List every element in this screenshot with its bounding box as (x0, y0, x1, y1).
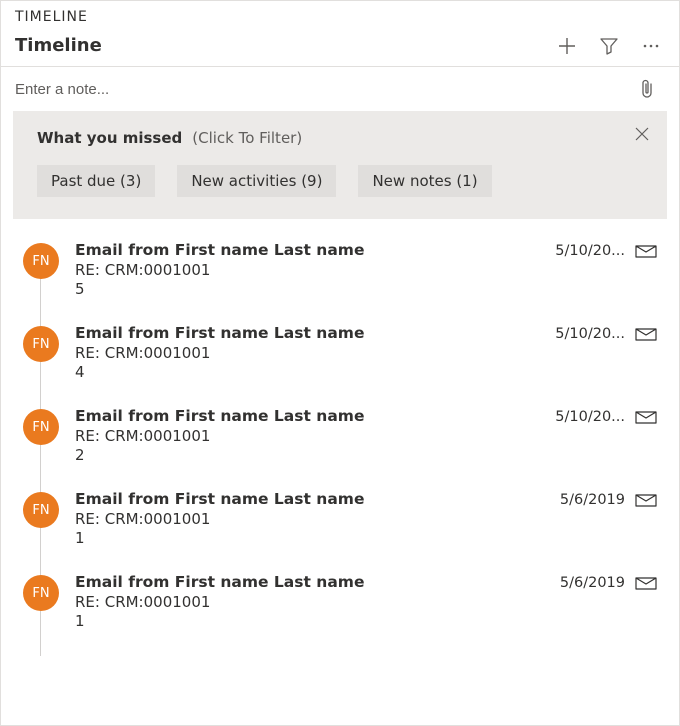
item-right: 5/10/20... (555, 241, 657, 259)
timeline-item[interactable]: FN Email from First name Last name RE: C… (1, 407, 679, 490)
avatar: FN (23, 575, 59, 611)
item-right: 5/6/2019 (560, 490, 657, 508)
open-email-icon (635, 492, 657, 508)
chip-new-notes[interactable]: New notes (1) (358, 165, 491, 197)
item-date: 5/10/20... (555, 243, 625, 259)
item-date: 5/6/2019 (560, 492, 625, 508)
item-body: Email from First name Last name RE: CRM:… (59, 490, 560, 547)
item-title: Email from First name Last name (75, 407, 555, 425)
timeline-items: FN Email from First name Last name RE: C… (1, 219, 679, 656)
chip-past-due[interactable]: Past due (3) (37, 165, 155, 197)
item-title: Email from First name Last name (75, 573, 560, 591)
item-right: 5/10/20... (555, 324, 657, 342)
section-label: TIMELINE (1, 1, 679, 25)
funnel-icon (600, 37, 618, 55)
close-filter-button[interactable] (635, 127, 649, 141)
filter-chips: Past due (3) New activities (9) New note… (37, 165, 647, 197)
item-date: 5/10/20... (555, 409, 625, 425)
note-input[interactable] (15, 81, 593, 98)
item-count: 5 (75, 280, 555, 298)
timeline-item[interactable]: FN Email from First name Last name RE: C… (1, 573, 679, 656)
item-date: 5/10/20... (555, 326, 625, 342)
item-body: Email from First name Last name RE: CRM:… (59, 573, 560, 630)
item-date: 5/6/2019 (560, 575, 625, 591)
item-right: 5/6/2019 (560, 573, 657, 591)
item-right: 5/10/20... (555, 407, 657, 425)
attach-button[interactable] (637, 79, 657, 99)
timeline-item[interactable]: FN Email from First name Last name RE: C… (1, 324, 679, 407)
plus-icon (558, 37, 576, 55)
what-you-missed-box: What you missed (Click To Filter) Past d… (13, 111, 667, 219)
item-subject: RE: CRM:0001001 (75, 427, 555, 445)
item-body: Email from First name Last name RE: CRM:… (59, 241, 555, 298)
item-count: 1 (75, 612, 560, 630)
open-email-icon (635, 243, 657, 259)
filter-button[interactable] (599, 36, 619, 56)
more-button[interactable] (641, 36, 661, 56)
chip-new-activities[interactable]: New activities (9) (177, 165, 336, 197)
open-email-icon (635, 575, 657, 591)
open-email-icon (635, 409, 657, 425)
avatar: FN (23, 243, 59, 279)
item-body: Email from First name Last name RE: CRM:… (59, 407, 555, 464)
timeline-panel: TIMELINE Timeline What you missed (Click… (0, 0, 680, 726)
open-email-icon (635, 326, 657, 342)
item-count: 1 (75, 529, 560, 547)
item-title: Email from First name Last name (75, 241, 555, 259)
filter-heading: What you missed (Click To Filter) (37, 129, 647, 147)
item-body: Email from First name Last name RE: CRM:… (59, 324, 555, 381)
add-button[interactable] (557, 36, 577, 56)
more-horizontal-icon (642, 37, 660, 55)
item-subject: RE: CRM:0001001 (75, 510, 560, 528)
header-actions (557, 36, 661, 56)
page-title: Timeline (15, 35, 102, 56)
item-count: 4 (75, 363, 555, 381)
filter-subtitle: (Click To Filter) (192, 129, 302, 147)
item-subject: RE: CRM:0001001 (75, 261, 555, 279)
header-row: Timeline (1, 25, 679, 67)
close-icon (635, 127, 649, 141)
paperclip-icon (640, 79, 654, 99)
item-title: Email from First name Last name (75, 324, 555, 342)
avatar: FN (23, 326, 59, 362)
avatar: FN (23, 492, 59, 528)
item-title: Email from First name Last name (75, 490, 560, 508)
item-count: 2 (75, 446, 555, 464)
timeline-item[interactable]: FN Email from First name Last name RE: C… (1, 241, 679, 324)
timeline-item[interactable]: FN Email from First name Last name RE: C… (1, 490, 679, 573)
avatar: FN (23, 409, 59, 445)
note-row (1, 67, 679, 111)
filter-title: What you missed (37, 129, 182, 147)
item-subject: RE: CRM:0001001 (75, 344, 555, 362)
item-subject: RE: CRM:0001001 (75, 593, 560, 611)
